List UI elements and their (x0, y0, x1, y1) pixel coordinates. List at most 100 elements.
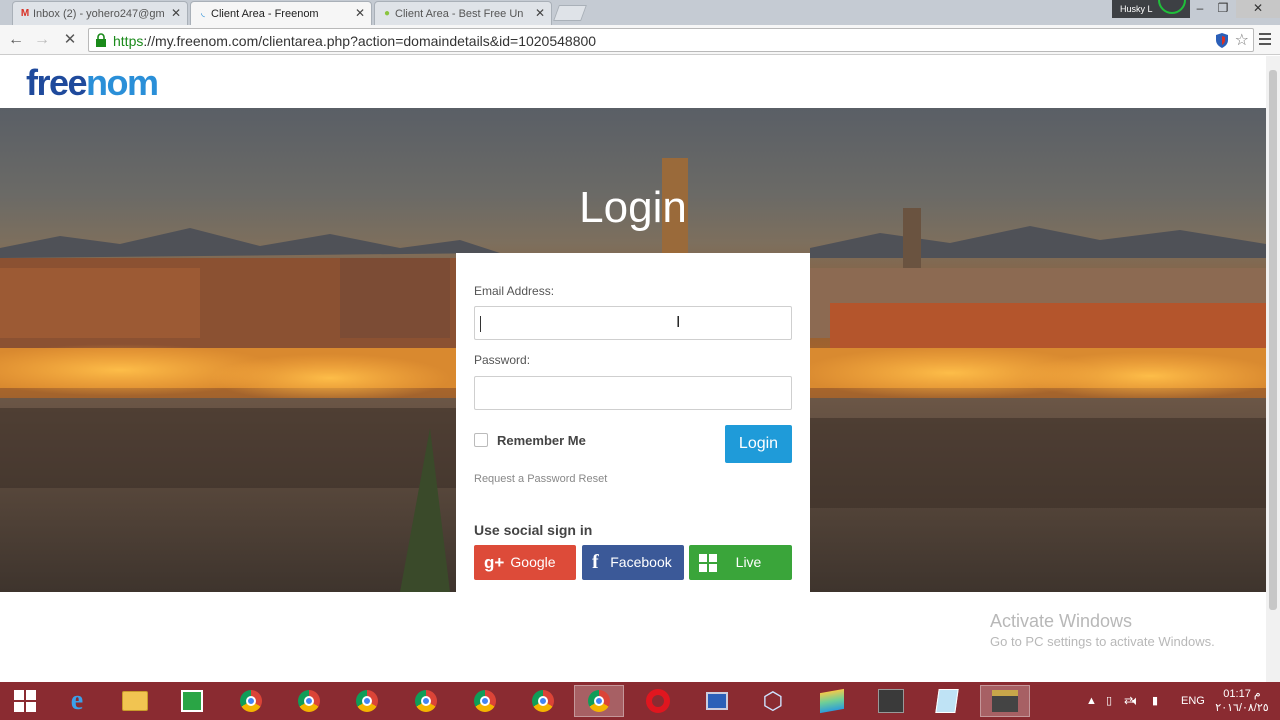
taskbar-chrome-6[interactable] (518, 685, 568, 717)
page-scrollbar[interactable] (1266, 56, 1280, 682)
clock-time: 01:17 (1223, 688, 1251, 700)
opera-icon (646, 689, 670, 713)
chrome-icon (532, 690, 554, 712)
remember-me-label[interactable]: Remember Me (497, 433, 586, 448)
folder-icon (122, 691, 148, 711)
chrome-icon (240, 690, 262, 712)
menu-icon[interactable] (1259, 33, 1271, 45)
live-signin-button[interactable]: Live (689, 545, 792, 580)
tab-freenom[interactable]: ◟ Client Area - Freenom ✕ (190, 1, 372, 25)
taskbar-chrome-1[interactable] (226, 685, 276, 717)
chrome-icon (298, 690, 320, 712)
taskbar-internet-explorer[interactable]: e (52, 685, 102, 717)
facebook-signin-button[interactable]: f Facebook (582, 545, 684, 580)
taskbar-camtasia[interactable] (980, 685, 1030, 717)
tab-gmail[interactable]: M Inbox (2) - yohero247@gm ✕ (12, 1, 188, 25)
windows-start-icon (14, 690, 36, 712)
chrome-icon (588, 690, 610, 712)
tray-expand-icon[interactable]: ▲ (1086, 682, 1100, 720)
shield-icon[interactable] (1215, 33, 1229, 48)
taskbar-opera[interactable] (633, 685, 683, 717)
live-label: Live (735, 554, 762, 570)
gmail-icon: M (20, 8, 30, 19)
lock-icon (96, 33, 106, 47)
record-ring-icon (1158, 0, 1186, 14)
taskbar-network-tool[interactable] (692, 685, 742, 717)
clock-suffix: م (1253, 688, 1261, 700)
text-cursor-icon: I (676, 314, 681, 331)
taskbar-chrome-4[interactable] (401, 685, 451, 717)
back-arrow-icon[interactable]: ← (5, 30, 27, 50)
profile-button[interactable]: Husky L (1112, 0, 1190, 18)
recorder-icon (992, 690, 1018, 712)
password-label: Password: (474, 353, 531, 367)
login-form: Email Address: I Password: Remember Me L… (456, 253, 810, 592)
taskbar-store[interactable] (167, 685, 217, 717)
taskbar-bluestacks[interactable] (807, 685, 857, 717)
notepad-icon (935, 689, 959, 713)
profile-name: Husky L (1120, 4, 1153, 14)
cube-icon: ⬡ (762, 687, 784, 715)
android-icon: ● (383, 8, 391, 19)
close-window-icon[interactable]: ✕ (1236, 0, 1280, 18)
start-button[interactable] (0, 685, 50, 717)
store-icon (181, 690, 203, 712)
taskbar-chrome-5[interactable] (460, 685, 510, 717)
email-label: Email Address: (474, 284, 555, 298)
password-reset-link[interactable]: Request a Password Reset (474, 473, 607, 485)
taskbar-virtualbox[interactable]: ⬡ (748, 685, 798, 717)
freenom-logo[interactable]: freenom (26, 62, 159, 104)
forward-arrow-icon[interactable]: → (31, 30, 53, 50)
google-signin-button[interactable]: g+ Google (474, 545, 576, 580)
taskbar-notepad[interactable] (922, 685, 972, 717)
taskbar-chrome-2[interactable] (284, 685, 334, 717)
social-signin-title: Use social sign in (474, 522, 593, 538)
face-app-icon (878, 689, 904, 713)
close-tab-icon[interactable]: ✕ (355, 6, 365, 20)
taskbar-app-face[interactable] (866, 685, 916, 717)
tab-label: Inbox (2) - yohero247@gm (33, 7, 165, 20)
bookmark-star-icon[interactable]: ☆ (1235, 30, 1249, 50)
text-caret (480, 316, 481, 332)
facebook-label: Facebook (610, 554, 672, 570)
email-field[interactable]: I (474, 306, 792, 340)
login-button[interactable]: Login (725, 425, 792, 463)
close-tab-icon[interactable]: ✕ (171, 6, 181, 20)
loading-icon: ◟ (201, 8, 205, 19)
address-bar[interactable]: https://my.freenom.com/clientarea.php?ac… (88, 28, 1254, 52)
stop-loading-icon[interactable]: ✕ (59, 30, 81, 50)
new-tab-button[interactable] (553, 5, 587, 21)
signal-icon[interactable]: ▮ (1152, 682, 1168, 720)
tab-label: Client Area - Best Free Un (395, 7, 524, 20)
maximize-icon[interactable]: ❐ (1212, 0, 1234, 18)
minimize-icon[interactable]: – (1190, 0, 1210, 18)
volume-icon[interactable]: 🔈︎ (1132, 682, 1146, 720)
remember-me-checkbox[interactable] (474, 433, 488, 447)
google-label: Google (510, 554, 556, 570)
network-monitor-icon (706, 692, 728, 710)
tab-label: Client Area - Freenom (211, 7, 319, 20)
login-title: Login (579, 183, 687, 232)
clock-date: ٢٠١٦/٠٨/٢٥ (1215, 702, 1269, 714)
chrome-icon (474, 690, 496, 712)
chrome-icon (356, 690, 378, 712)
url-text: https://my.freenom.com/clientarea.php?ac… (113, 33, 597, 49)
chrome-icon (415, 690, 437, 712)
system-clock[interactable]: 01:17 م ٢٠١٦/٠٨/٢٥ (1214, 687, 1270, 715)
tab-strip: M Inbox (2) - yohero247@gm ✕ ◟ Client Ar… (0, 0, 1280, 25)
taskbar: e ⬡ ▲ ▯ ⇄ 🔈︎ ▮ ENG 01:17 م ٢٠١٦/٠٨/٢٥ (0, 682, 1280, 720)
close-tab-icon[interactable]: ✕ (535, 6, 545, 20)
activate-windows-subtitle: Go to PC settings to activate Windows. (990, 634, 1215, 649)
taskbar-file-explorer[interactable] (110, 685, 160, 717)
tab-freenom-2[interactable]: ● Client Area - Best Free Un ✕ (374, 1, 552, 25)
internet-explorer-icon: e (70, 685, 84, 716)
tray-app-icon[interactable]: ▯ (1106, 682, 1120, 720)
taskbar-chrome-3[interactable] (342, 685, 392, 717)
activate-windows-title: Activate Windows (990, 611, 1133, 631)
bluestacks-icon (820, 688, 844, 714)
language-indicator[interactable]: ENG (1181, 682, 1209, 720)
browser-toolbar: ← → ✕ https://my.freenom.com/clientarea.… (0, 25, 1280, 55)
password-field[interactable] (474, 376, 792, 410)
taskbar-chrome-active[interactable] (574, 685, 624, 717)
scrollbar-thumb[interactable] (1269, 70, 1277, 610)
